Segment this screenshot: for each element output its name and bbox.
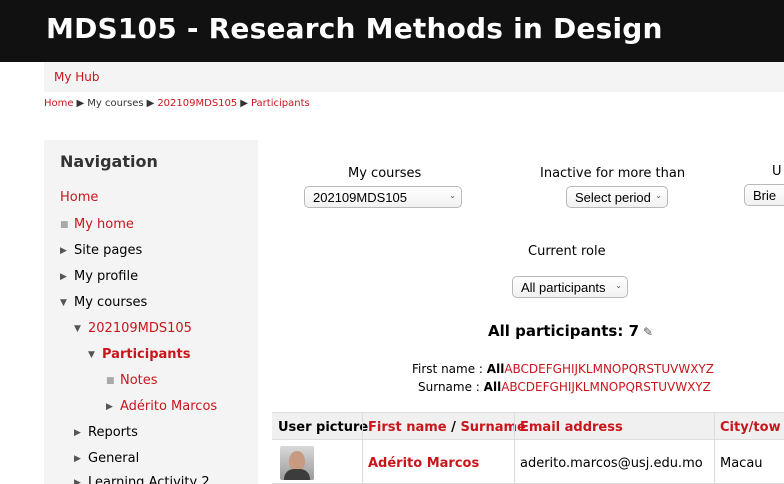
user-picture-header: User picture [278,420,369,435]
user-detail-select[interactable]: Brie [744,184,784,206]
nav-item-label: Reports [88,425,138,440]
surname-letter-links[interactable]: ABCDEFGHIJKLMNOPQRSTUVWXYZ [501,380,711,394]
my-hub-link[interactable]: My Hub [54,70,100,84]
course-title: MDS105 - Research Methods in Design [46,12,663,45]
edit-pencil-icon[interactable]: ✎ [643,325,653,339]
expand-arrow-icon: ▶ [60,245,67,256]
bullet-square-icon: ■ [60,219,69,230]
avatar[interactable] [280,446,314,480]
nav-item-my-profile[interactable]: ▶ My profile [60,269,138,284]
nav-item-learning-activity[interactable]: ▶ Learning Activity 2 [74,475,210,484]
nav-item-reports[interactable]: ▶ Reports [74,425,138,440]
nav-item-label: Site pages [74,243,143,258]
nav-item-notes[interactable]: ■ Notes [106,373,158,388]
first-name-initials-bar: First name : AllABCDEFGHIJKLMNOPQRSTUVWX… [412,362,714,376]
sort-email-link[interactable]: Email address [520,420,623,435]
breadcrumb-my-courses: My courses [87,98,144,109]
first-name-letter-links[interactable]: ABCDEFGHIJKLMNOPQRSTUVWXYZ [504,362,714,376]
breadcrumb-home[interactable]: Home [44,98,74,109]
participant-city: Macau [720,456,763,471]
current-role-value: All participants [521,279,606,295]
navigation-block: Navigation Home ■ My home ▶ Site pages ▶… [44,140,258,484]
expand-arrow-icon: ▶ [74,477,81,484]
collapse-arrow-icon: ▼ [74,323,81,334]
breadcrumb: Home ▶ My courses ▶ 202109MDS105 ▶ Participant… [44,98,310,109]
top-navbar: My Hub [44,62,784,92]
nav-item-course[interactable]: ▼ 202109MDS105 [74,321,192,336]
nav-item-label: Participants [102,347,191,362]
nav-item-label: Home [60,190,99,205]
surname-all: All [483,380,502,394]
first-name-initials-label: First name : [412,362,483,376]
my-courses-select[interactable]: 202109MDS105 ⌄ [304,186,462,208]
participants-content: My courses 202109MDS105 ⌄ Inactive for m… [270,150,784,484]
nav-item-label: Learning Activity 2 [88,475,210,484]
inactive-label: Inactive for more than [540,166,686,181]
collapse-arrow-icon: ▼ [88,349,95,360]
breadcrumb-separator-icon: ▶ [146,98,155,109]
avatar-face [289,451,305,471]
nav-item-label: Adérito Marcos [120,399,218,414]
sort-city-link[interactable]: City/tow [720,420,781,435]
collapse-arrow-icon: ▼ [60,297,67,308]
chevron-down-icon: ⌄ [655,191,662,200]
nav-item-label: My courses [74,295,148,310]
nav-item-label: Notes [120,373,158,388]
breadcrumb-participants[interactable]: Participants [251,98,310,109]
nav-item-site-pages[interactable]: ▶ Site pages [60,243,142,258]
nav-item-label: My home [74,217,134,232]
user-detail-value: Brie [753,187,777,203]
user-detail-label: U [772,164,782,179]
participants-table-header: User picture First name / Surname Email … [272,412,784,440]
breadcrumb-course[interactable]: 202109MDS105 [157,98,237,109]
participants-count-heading: All participants: 7 ✎ [488,322,653,340]
nav-item-my-courses[interactable]: ▼ My courses [60,295,147,310]
participant-name-link[interactable]: Adérito Marcos [368,456,479,471]
current-role-label: Current role [528,244,606,259]
nav-item-label: General [88,451,140,466]
nav-item-general[interactable]: ▶ General [74,451,139,466]
name-header: First name / Surname [368,420,526,435]
my-courses-value: 202109MDS105 [313,189,407,205]
my-courses-label: My courses [348,166,422,181]
navigation-title: Navigation [60,152,158,171]
first-name-all: All [486,362,505,376]
expand-arrow-icon: ▶ [74,453,81,464]
chevron-down-icon: ⌄ [449,191,456,200]
header-slash: / [446,420,461,435]
expand-arrow-icon: ▶ [74,427,81,438]
chevron-down-icon: ⌄ [615,281,622,290]
surname-initials-bar: Surname : AllABCDEFGHIJKLMNOPQRSTUVWXYZ [418,380,711,394]
expand-arrow-icon: ▶ [60,271,67,282]
sort-surname-link[interactable]: Surname [460,420,525,435]
inactive-period-value: Select period [575,189,651,205]
nav-item-participants[interactable]: ▼ Participants [88,347,190,362]
nav-item-user[interactable]: ▶ Adérito Marcos [106,399,217,414]
breadcrumb-separator-icon: ▶ [240,98,248,109]
inactive-period-select[interactable]: Select period ⌄ [566,186,668,208]
expand-arrow-icon: ▶ [106,401,113,412]
nav-item-my-home[interactable]: ■ My home [60,217,134,232]
nav-item-label: 202109MDS105 [88,321,192,336]
surname-initials-label: Surname : [418,380,480,394]
sort-first-name-link[interactable]: First name [368,420,447,435]
table-row: Adérito Marcos aderito.marcos@usj.edu.mo… [272,440,784,484]
participant-email: aderito.marcos@usj.edu.mo [520,456,703,471]
nav-item-label: My profile [74,269,139,284]
bullet-square-icon: ■ [106,375,115,386]
nav-item-home[interactable]: Home [60,190,98,205]
breadcrumb-separator-icon: ▶ [76,98,85,109]
current-role-select[interactable]: All participants ⌄ [512,276,628,298]
avatar-body [284,469,310,480]
course-header: MDS105 - Research Methods in Design [0,0,784,62]
participants-count-text: All participants: 7 [488,322,640,340]
